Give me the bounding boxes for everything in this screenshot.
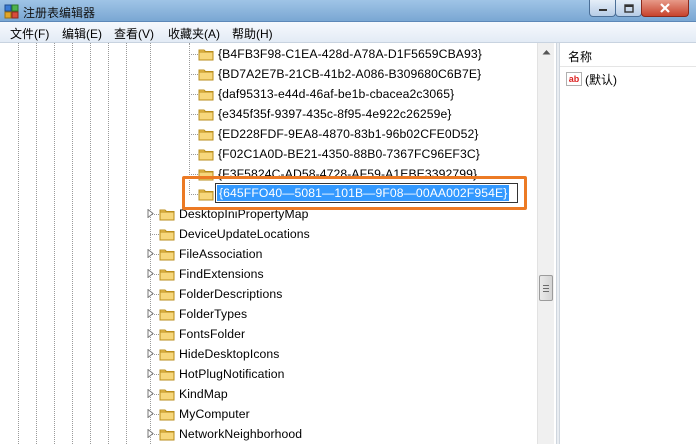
tree-item-label: FontsFolder — [179, 327, 246, 341]
menu-view[interactable]: 查看(V) — [112, 25, 156, 42]
folder-icon — [159, 229, 175, 241]
value-name: (默认) — [585, 72, 617, 87]
expand-arrow-icon[interactable] — [146, 369, 155, 378]
tree-item-key[interactable]: FindExtensions — [159, 264, 264, 284]
tree-item-key[interactable]: DesktopIniPropertyMap — [159, 204, 308, 224]
tree-item-label: {B4FB3F98-C1EA-428d-A78A-D1F5659CBA93} — [218, 47, 482, 61]
folder-icon — [159, 289, 175, 301]
expand-arrow-icon[interactable] — [146, 349, 155, 358]
folder-icon — [198, 129, 214, 141]
tree-item-key[interactable]: NetworkNeighborhood — [159, 424, 302, 444]
tree-item-guid[interactable]: {e345f35f-9397-435c-8f95-4e922c26259e} — [198, 104, 452, 124]
rename-key-input[interactable]: {645FFO40—5081—101B—9F08—00AA002F954E} — [215, 183, 518, 203]
tree-item-label: {BD7A2E7B-21CB-41b2-A086-B309680C6B7E} — [218, 67, 482, 81]
folder-icon — [159, 309, 175, 321]
tree-item-guid[interactable]: {B4FB3F98-C1EA-428d-A78A-D1F5659CBA93} — [198, 44, 482, 64]
tree-item-key[interactable]: FolderDescriptions — [159, 284, 282, 304]
expand-arrow-icon[interactable] — [146, 329, 155, 338]
tree-item-label: HideDesktopIcons — [179, 347, 280, 361]
tree-item-guid[interactable]: {daf95313-e44d-46af-be1b-cbacea2c3065} — [198, 84, 454, 104]
tree-item-guid[interactable]: {BD7A2E7B-21CB-41b2-A086-B309680C6B7E} — [198, 64, 481, 84]
folder-icon — [198, 169, 214, 181]
tree-item-label: FindExtensions — [179, 267, 264, 281]
folder-icon — [198, 69, 214, 81]
tree-item-label: DeviceUpdateLocations — [179, 227, 310, 241]
tree-item-label: NetworkNeighborhood — [179, 427, 303, 441]
folder-icon — [198, 149, 214, 161]
title-bar: 注册表编辑器 — [0, 0, 696, 22]
registry-tree[interactable]: {B4FB3F98-C1EA-428d-A78A-D1F5659CBA93} {… — [0, 43, 556, 444]
close-button[interactable] — [641, 0, 689, 17]
tree-item-key[interactable]: FileAssociation — [159, 244, 262, 264]
expand-arrow-icon[interactable] — [146, 249, 155, 258]
folder-icon — [159, 389, 175, 401]
expand-arrow-icon[interactable] — [146, 409, 155, 418]
tree-item-label: DesktopIniPropertyMap — [179, 207, 309, 221]
tree-item-key[interactable]: FolderTypes — [159, 304, 247, 324]
tree-item-label: MyComputer — [179, 407, 250, 421]
tree-item-label: HotPlugNotification — [179, 367, 285, 381]
expand-arrow-icon[interactable] — [146, 269, 155, 278]
folder-icon — [159, 209, 175, 221]
tree-item-key[interactable]: FontsFolder — [159, 324, 245, 344]
tree-item-guid[interactable]: {ED228FDF-9EA8-4870-83b1-96b02CFE0D52} — [198, 124, 479, 144]
menu-favorites[interactable]: 收藏夹(A) — [166, 25, 222, 42]
tree-item-key[interactable]: HideDesktopIcons — [159, 344, 280, 364]
minimize-icon — [598, 9, 607, 11]
tree-item-key[interactable]: HotPlugNotification — [159, 364, 285, 384]
maximize-button[interactable] — [615, 0, 642, 17]
folder-icon — [198, 49, 214, 61]
vertical-scrollbar[interactable] — [537, 43, 554, 444]
folder-icon — [159, 329, 175, 341]
tree-item-label: KindMap — [179, 387, 228, 401]
tree-item-label: {ED228FDF-9EA8-4870-83b1-96b02CFE0D52} — [218, 127, 479, 141]
tree-item-label: FolderDescriptions — [179, 287, 283, 301]
menu-edit[interactable]: 编辑(E) — [60, 25, 104, 42]
menu-file[interactable]: 文件(F) — [8, 25, 51, 42]
folder-icon — [198, 109, 214, 121]
value-row[interactable]: ab (默认) — [566, 70, 617, 88]
tree-item-key[interactable]: DeviceUpdateLocations — [159, 224, 310, 244]
tree-item-guid[interactable]: {F3F5824C-AD58-4728-AF59-A1EBE3392799} — [198, 164, 477, 184]
rename-key-selected-text[interactable]: {645FFO40—5081—101B—9F08—00AA002F954E} — [217, 185, 510, 201]
tree-item-label: {daf95313-e44d-46af-be1b-cbacea2c3065} — [218, 87, 455, 101]
tree-item-label: FolderTypes — [179, 307, 248, 321]
scroll-up-button[interactable] — [538, 43, 555, 60]
minimize-button[interactable] — [589, 0, 616, 17]
tree-item-new-key[interactable] — [198, 184, 214, 204]
tree-item-label: {e345f35f-9397-435c-8f95-4e922c26259e} — [218, 107, 452, 121]
expand-arrow-icon[interactable] — [146, 209, 155, 218]
tree-item-label: {F02C1A0D-BE21-4350-88B0-7367FC96EF3C} — [218, 147, 480, 161]
expand-arrow-icon[interactable] — [146, 429, 155, 438]
tree-item-key[interactable]: KindMap — [159, 384, 228, 404]
expand-arrow-icon[interactable] — [146, 309, 155, 318]
folder-icon — [159, 409, 175, 421]
folder-icon — [159, 349, 175, 361]
folder-icon — [159, 369, 175, 381]
column-header-label: 名称 — [568, 50, 593, 64]
expand-arrow-icon[interactable] — [146, 389, 155, 398]
menu-help[interactable]: 帮助(H) — [230, 25, 275, 42]
values-list[interactable]: 名称 ab (默认) — [560, 43, 696, 444]
tree-item-label: FileAssociation — [179, 247, 263, 261]
scroll-thumb[interactable] — [539, 275, 553, 301]
menu-bar: 文件(F) 编辑(E) 查看(V) 收藏夹(A) 帮助(H) — [0, 22, 696, 43]
scroll-up-icon — [542, 49, 551, 54]
tree-item-label: {F3F5824C-AD58-4728-AF59-A1EBE3392799} — [218, 167, 478, 181]
column-header-name[interactable]: 名称 — [560, 43, 696, 67]
folder-icon — [159, 269, 175, 281]
regedit-app-icon — [4, 4, 19, 19]
folder-icon — [198, 189, 214, 201]
tree-item-guid[interactable]: {F02C1A0D-BE21-4350-88B0-7367FC96EF3C} — [198, 144, 480, 164]
window-title: 注册表编辑器 — [23, 6, 96, 20]
folder-icon — [159, 429, 175, 441]
folder-icon — [159, 249, 175, 261]
string-value-icon: ab — [566, 72, 582, 86]
folder-icon — [198, 89, 214, 101]
expand-arrow-icon[interactable] — [146, 289, 155, 298]
maximize-icon — [623, 3, 634, 13]
tree-item-key[interactable]: MyComputer — [159, 404, 250, 424]
close-icon — [660, 3, 670, 13]
